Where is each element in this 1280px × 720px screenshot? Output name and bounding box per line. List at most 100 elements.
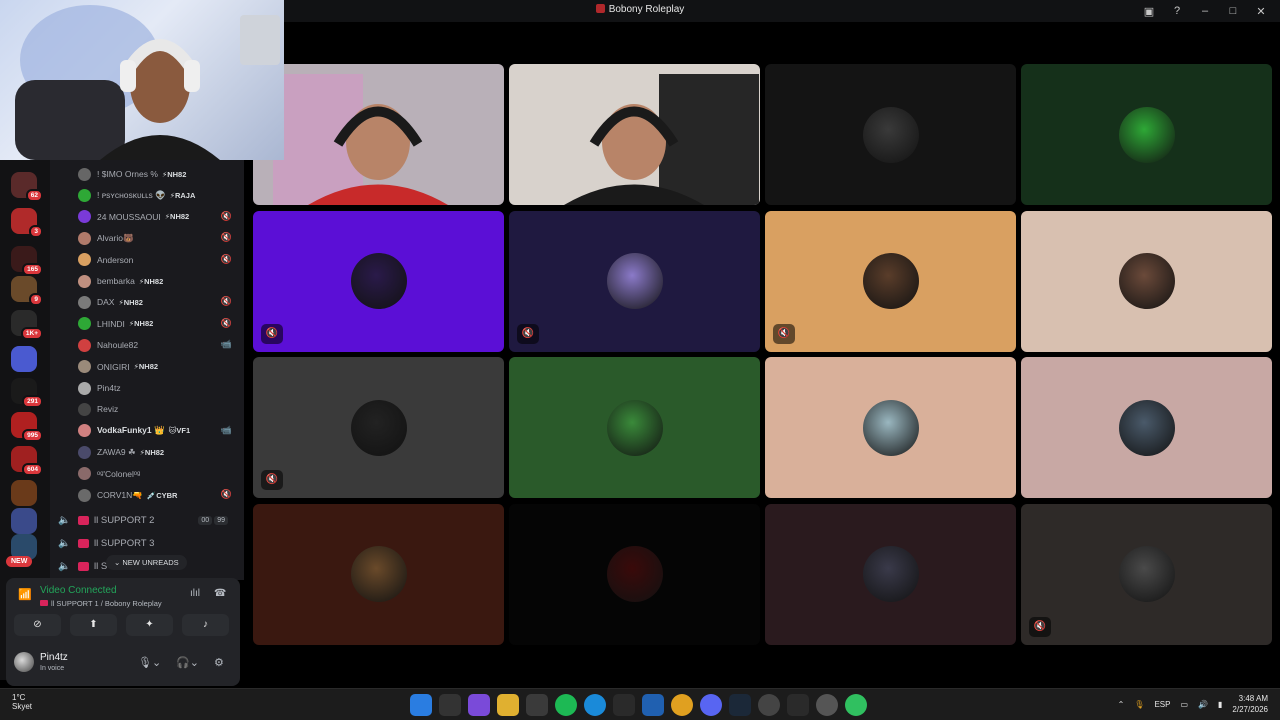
participant-tile[interactable]	[253, 503, 504, 645]
network-icon[interactable]: ▭	[1180, 700, 1188, 709]
user-avatar[interactable]	[14, 652, 34, 672]
app-icon[interactable]	[439, 694, 461, 716]
voice-member[interactable]: ! $IMO Ornes % ⚡NH82	[78, 165, 238, 183]
server-icon[interactable]: 291	[11, 378, 43, 408]
app-icon[interactable]	[758, 694, 780, 716]
server-icon[interactable]	[11, 508, 37, 534]
spotify-icon[interactable]	[555, 694, 577, 716]
participant-tile[interactable]	[1021, 357, 1272, 498]
chevron-up-icon[interactable]: ⌃	[1118, 700, 1125, 709]
new-badge[interactable]: NEW	[6, 556, 33, 567]
app-icon	[595, 4, 605, 13]
inbox-icon[interactable]: ▣	[1140, 5, 1158, 18]
voice-channel-link[interactable]: ll SUPPORT 1 / Bobony Roleplay	[40, 599, 162, 608]
volume-icon[interactable]: 🔊	[1198, 700, 1208, 709]
settings-icon[interactable]	[816, 694, 838, 716]
camera-tile[interactable]	[253, 64, 504, 205]
participant-avatar	[862, 253, 919, 309]
participant-tile[interactable]	[765, 357, 1016, 498]
voice-member[interactable]: ONIGIRI ⚡NH82	[78, 358, 238, 376]
participant-tile[interactable]	[765, 64, 1016, 205]
voice-member[interactable]: Reviz	[78, 400, 238, 418]
language[interactable]: ESP	[1154, 700, 1170, 709]
store-icon[interactable]	[526, 694, 548, 716]
voice-member[interactable]: Pin4tz	[78, 379, 238, 397]
voice-member[interactable]: Alvario🐻 🔇	[78, 229, 238, 247]
voice-channel[interactable]: 🔈 ll SUPPORT 2 00 99	[58, 510, 238, 530]
signal-icon[interactable]: 📶	[18, 588, 32, 601]
participant-tile[interactable]: 🔇	[1021, 503, 1272, 645]
edge-icon[interactable]	[584, 694, 606, 716]
settings-gear-icon[interactable]: ⚙	[214, 656, 224, 669]
activities-button[interactable]: ✦	[126, 614, 173, 636]
voice-member[interactable]: VodkaFunky1 👑 🐱VF1 📹	[78, 422, 238, 440]
participant-tile[interactable]: 🔇	[765, 210, 1016, 352]
voice-channel[interactable]: 🔈 ll SUPPORT 3	[58, 533, 238, 553]
steam-icon[interactable]	[729, 694, 751, 716]
chrome-icon[interactable]	[671, 694, 693, 716]
mic-icon[interactable]: 🎙⌄	[138, 656, 161, 669]
server-icon[interactable]: 1K+	[11, 310, 43, 340]
new-unreads-button[interactable]: ⌄ NEW UNREADS	[106, 555, 187, 570]
server-icon[interactable]: 3	[11, 208, 43, 238]
member-name: Anderson	[97, 254, 134, 265]
participant-tile[interactable]	[1021, 210, 1272, 352]
toggle-camera-button[interactable]: ⊘	[14, 614, 61, 636]
server-icon[interactable]	[11, 346, 37, 372]
start-icon[interactable]	[410, 694, 432, 716]
maximize-button[interactable]: □	[1224, 5, 1242, 17]
soundboard-button[interactable]: ♪	[182, 614, 229, 636]
camera-tile[interactable]	[509, 64, 760, 205]
voice-member[interactable]: Nahoule82 📹	[78, 336, 238, 354]
server-icon[interactable]: 62	[11, 172, 43, 202]
muted-icon: 🔇	[261, 323, 283, 344]
voice-member[interactable]: DAX ⚡NH82 🔇	[78, 293, 238, 311]
app-icon[interactable]	[845, 694, 867, 716]
participant-tile[interactable]: 🔇	[253, 210, 504, 352]
participant-tile[interactable]	[509, 357, 760, 498]
noise-suppression-icon[interactable]: ılıl	[190, 588, 200, 599]
voice-member[interactable]: CORV1N🔫 💉CYBR 🔇	[78, 486, 238, 504]
file-explorer-icon[interactable]	[497, 694, 519, 716]
participant-tile[interactable]	[509, 503, 760, 645]
battery-icon[interactable]: ▮	[1218, 700, 1222, 709]
server-icon[interactable]: 604	[11, 446, 43, 476]
server-icon[interactable]: 165	[11, 246, 43, 276]
member-tag: ⚡RAJA	[169, 190, 196, 200]
voice-member[interactable]: Anderson 🔇	[78, 251, 238, 269]
voice-member[interactable]: ᵒᵍ'Colonelᵒᵍ	[78, 465, 238, 483]
server-icon[interactable]: 995	[11, 412, 43, 442]
server-icon[interactable]	[11, 480, 37, 506]
disconnect-icon[interactable]: ☎	[214, 588, 226, 599]
help-icon[interactable]: ?	[1168, 5, 1186, 17]
participant-tile[interactable]	[765, 503, 1016, 645]
voice-member[interactable]: LHINDI ⚡NH82 🔇	[78, 315, 238, 333]
voice-member[interactable]: 24 MOUSSAOUI ⚡NH82 🔇	[78, 208, 238, 226]
epic-games-icon[interactable]	[613, 694, 635, 716]
server-icon[interactable]: 9	[11, 276, 43, 306]
app-icon[interactable]	[787, 694, 809, 716]
participant-tile[interactable]: 🔇	[509, 210, 760, 352]
member-name: Reviz	[97, 404, 119, 415]
participant-tile[interactable]	[1021, 64, 1272, 205]
mic-icon[interactable]: 🎙	[1134, 700, 1144, 709]
voice-member[interactable]: bembarka ⚡NH82	[78, 272, 238, 290]
voice-member[interactable]: ! ᴘsʏᴄʜᴏsᴋᴜʟʟs 👽 ⚡RAJA	[78, 186, 238, 204]
participant-avatar	[1118, 106, 1175, 163]
member-avatar	[78, 295, 91, 309]
copilot-icon[interactable]	[468, 694, 490, 716]
speaker-icon: 🔈	[58, 537, 71, 549]
share-screen-button[interactable]: ⬆	[70, 614, 117, 636]
participant-avatar	[350, 546, 407, 602]
participant-tile[interactable]: 🔇	[253, 357, 504, 498]
close-button[interactable]: ✕	[1252, 5, 1270, 18]
outlook-icon[interactable]	[642, 694, 664, 716]
clock[interactable]: 3:48 AM 2/27/2026	[1232, 693, 1268, 715]
minimize-button[interactable]: –	[1196, 5, 1214, 17]
weather-widget[interactable]: 1°C Skyet	[12, 693, 32, 711]
voice-member[interactable]: ZAWA9 ☘ ⚡NH82	[78, 443, 238, 461]
headphones-icon[interactable]: 🎧⌄	[176, 656, 199, 669]
discord-icon[interactable]	[700, 694, 722, 716]
user-name[interactable]: Pin4tz	[40, 652, 68, 663]
voice-status[interactable]: Video Connected	[40, 585, 117, 596]
